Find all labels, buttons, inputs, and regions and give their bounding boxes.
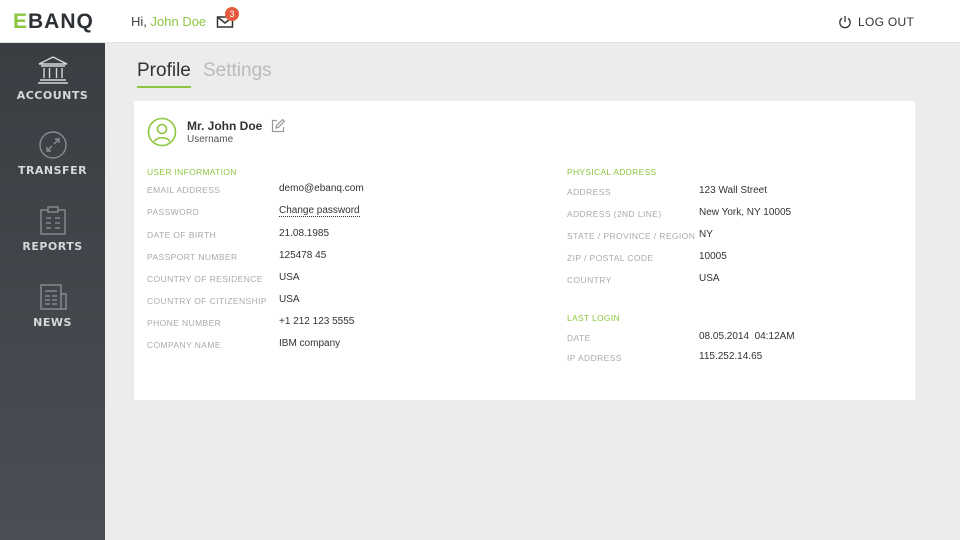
power-icon (839, 16, 851, 29)
label-last-login-date: DATE (567, 333, 591, 343)
user-name-link[interactable]: John Doe (151, 14, 207, 29)
label-address: ADDRESS (567, 187, 611, 197)
sidebar: ACCOUNTS TRANSFER REPORTS NEWS (0, 43, 105, 540)
value-address-2nd-line: New York, NY 10005 (699, 207, 792, 218)
notification-badge: 3 (225, 7, 239, 21)
value-company-name: IBM company (279, 338, 341, 349)
sidebar-item-reports[interactable]: REPORTS (0, 206, 105, 276)
newspaper-icon (39, 284, 67, 310)
greeting-prefix: Hi, (131, 14, 147, 29)
logout-button[interactable]: LOG OUT (838, 12, 914, 32)
profile-username: Username (187, 134, 234, 145)
sidebar-item-label: ACCOUNTS (16, 89, 89, 102)
value-phone-number: +1 212 123 5555 (279, 316, 355, 327)
user-avatar-icon (147, 117, 177, 147)
sidebar-item-accounts[interactable]: ACCOUNTS (0, 55, 105, 125)
value-ip-address: 115.252.14.65 (699, 351, 763, 362)
profile-card: Mr. John Doe Username USER INFORMATION E… (134, 101, 915, 400)
greeting: Hi, John Doe (131, 14, 206, 29)
sidebar-item-transfer[interactable]: TRANSFER (0, 130, 105, 200)
bank-icon (37, 56, 68, 84)
label-email-address: EMAIL ADDRESS (147, 185, 221, 195)
value-date-of-birth: 21.08.1985 (279, 228, 330, 239)
label-passport-number: PASSPORT NUMBER (147, 252, 238, 262)
top-bar: EBANQ Hi, John Doe 3 LOG OUT (0, 0, 960, 43)
edit-icon[interactable] (270, 118, 286, 134)
sidebar-item-label: NEWS (33, 316, 72, 329)
value-email-address: demo@ebanq.com (279, 183, 364, 194)
value-country: USA (699, 273, 720, 284)
value-address: 123 Wall Street (699, 185, 767, 196)
label-password: PASSWORD (147, 207, 200, 217)
tab-profile[interactable]: Profile (137, 60, 191, 88)
label-company-name: COMPANY NAME (147, 340, 221, 350)
value-country-of-citizenship: USA (279, 294, 300, 305)
label-zip-postal-code: ZIP / POSTAL CODE (567, 253, 654, 263)
label-state-province-region: STATE / PROVINCE / REGION (567, 231, 696, 241)
change-password-link[interactable]: Change password (279, 205, 360, 217)
ebanq-logo[interactable]: EBANQ (13, 10, 94, 34)
label-country-of-residence: COUNTRY OF RESIDENCE (147, 274, 263, 284)
label-country: COUNTRY (567, 275, 612, 285)
value-country-of-residence: USA (279, 272, 300, 283)
sidebar-item-news[interactable]: NEWS (0, 282, 105, 352)
section-title-last-login: LAST LOGIN (567, 313, 620, 323)
value-passport-number: 125478 45 (279, 250, 327, 261)
sidebar-item-label: REPORTS (22, 240, 83, 253)
sidebar-item-label: TRANSFER (17, 164, 88, 177)
logout-label: LOG OUT (858, 15, 915, 29)
transfer-icon (38, 131, 67, 159)
label-phone-number: PHONE NUMBER (147, 318, 222, 328)
value-state-province-region: NY (699, 229, 713, 240)
profile-full-name: Mr. John Doe (187, 119, 263, 133)
label-ip-address: IP ADDRESS (567, 353, 622, 363)
value-zip-postal-code: 10005 (699, 251, 727, 262)
value-last-login-date: 08.05.2014 04:12AM (699, 331, 795, 342)
label-address-2nd-line: ADDRESS (2ND LINE) (567, 209, 662, 219)
clipboard-icon (39, 206, 66, 235)
label-date-of-birth: DATE OF BIRTH (147, 230, 217, 240)
section-title-physical-address: PHYSICAL ADDRESS (567, 167, 657, 177)
section-title-user-information: USER INFORMATION (147, 167, 237, 177)
label-country-of-citizenship: COUNTRY OF CITIZENSHIP (147, 296, 267, 306)
tab-settings[interactable]: Settings (203, 60, 272, 82)
